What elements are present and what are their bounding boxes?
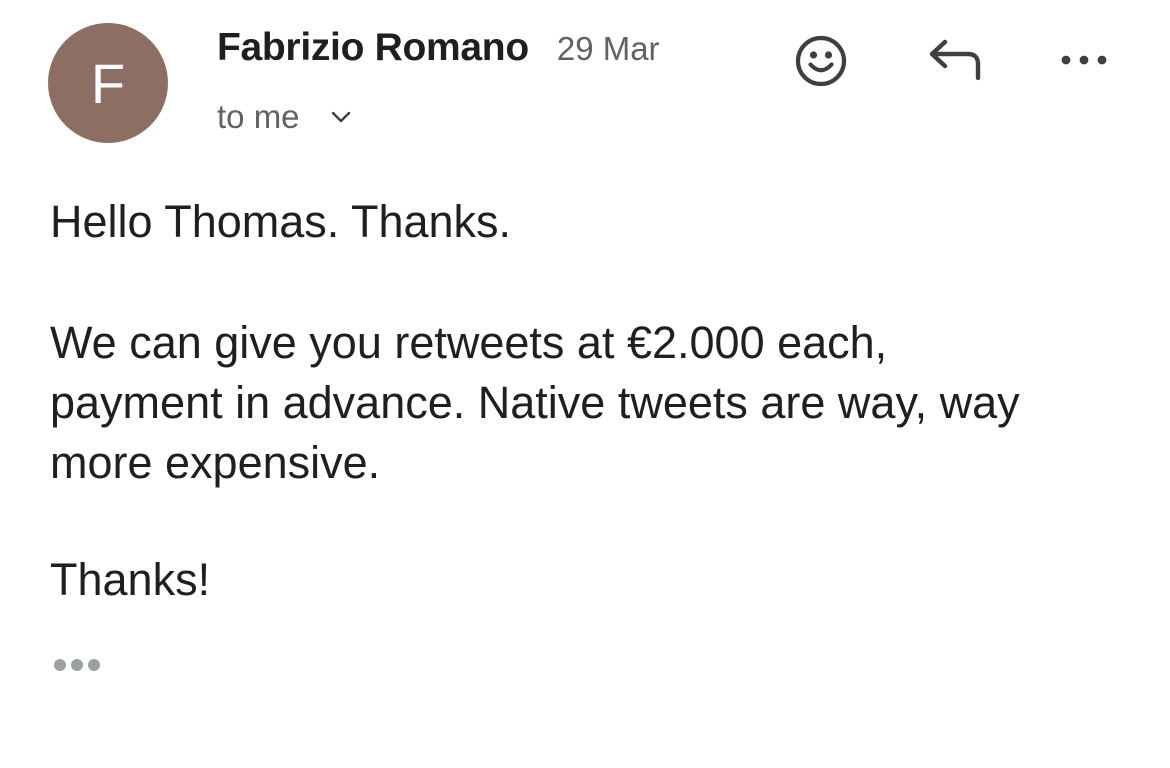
reply-button[interactable]	[922, 34, 988, 86]
more-options-button[interactable]	[1054, 42, 1114, 78]
recipient-details-toggle[interactable]: to me	[217, 98, 352, 136]
recipient-label: to me	[217, 98, 300, 135]
smiley-icon	[795, 35, 847, 87]
message-greeting: Hello Thomas. Thanks.	[50, 196, 512, 247]
reply-arrow-icon	[929, 39, 981, 81]
add-reaction-button[interactable]	[792, 32, 850, 90]
message-paragraph: We can give you retweets at €2.000 each,…	[50, 317, 1020, 488]
show-trimmed-content-button[interactable]	[50, 650, 104, 680]
chevron-down-icon[interactable]	[330, 110, 352, 124]
ellipsis-icon	[54, 659, 100, 671]
avatar-letter: F	[90, 52, 126, 115]
sender-info: Fabrizio Romano 29 Mar	[217, 26, 660, 70]
message-signoff: Thanks!	[50, 554, 211, 605]
sender-avatar[interactable]: F	[48, 23, 168, 143]
message-date: 29 Mar	[556, 30, 660, 67]
sender-name[interactable]: Fabrizio Romano	[217, 26, 529, 70]
more-horizontal-icon	[1061, 55, 1107, 65]
